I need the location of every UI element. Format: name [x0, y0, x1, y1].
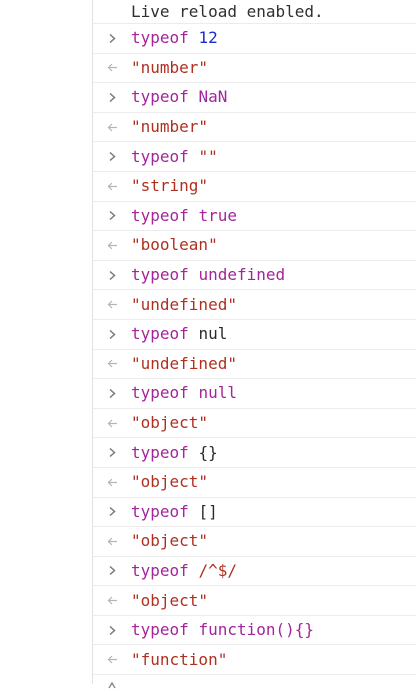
- console-result-entry: "object": [93, 586, 416, 616]
- typeof-operand: nul: [198, 324, 228, 344]
- console-result-entry: "number": [93, 54, 416, 84]
- console-result-entry: "object": [93, 527, 416, 557]
- console-result-value: "string": [131, 176, 209, 196]
- console-input-text: typeof /^$/: [131, 557, 237, 586]
- console-input-entry[interactable]: typeof NaN: [93, 83, 416, 113]
- left-arrow-icon: [103, 527, 121, 556]
- chevron-right-icon: [103, 557, 121, 586]
- console-input-text: typeof []: [131, 498, 218, 527]
- typeof-operand: 12: [198, 28, 218, 48]
- console-result-entry: "function": [93, 645, 416, 676]
- left-arrow-icon: [103, 586, 121, 615]
- left-arrow-icon: [103, 468, 121, 497]
- chevron-right-icon: [103, 202, 121, 231]
- typeof-keyword: typeof: [131, 442, 189, 462]
- console-input-entry[interactable]: typeof true: [93, 202, 416, 232]
- console-result-value: "object": [131, 531, 209, 551]
- left-arrow-icon: [103, 54, 121, 83]
- console-result-value: "object": [131, 472, 209, 492]
- console-result-entry: "object": [93, 468, 416, 498]
- console-result-entry: "undefined": [93, 290, 416, 320]
- typeof-keyword: typeof: [131, 265, 189, 285]
- typeof-keyword: typeof: [131, 205, 189, 225]
- chevron-right-icon: [103, 498, 121, 527]
- console-input-entry[interactable]: typeof /^$/: [93, 557, 416, 587]
- console-result-value: "object": [131, 590, 209, 610]
- console-input-text: typeof "": [131, 142, 218, 171]
- prompt-caret-icon: [103, 675, 121, 695]
- left-arrow-icon: [103, 113, 121, 142]
- console-info-line: Live reload enabled.: [93, 0, 416, 24]
- chevron-right-icon: [103, 616, 121, 645]
- chevron-right-icon: [103, 24, 121, 53]
- console-result-value: "number": [131, 117, 209, 137]
- console-result-entry: "undefined": [93, 350, 416, 380]
- chevron-right-icon: [103, 83, 121, 112]
- console-input-entry[interactable]: typeof []: [93, 498, 416, 528]
- typeof-operand: []: [198, 501, 218, 521]
- typeof-keyword: typeof: [131, 87, 189, 107]
- typeof-operand: undefined: [198, 265, 286, 285]
- typeof-keyword: typeof: [131, 560, 189, 580]
- console-result-value: "number": [131, 57, 209, 77]
- console-input-entry[interactable]: typeof undefined: [93, 261, 416, 291]
- console-input-entry[interactable]: typeof function(){}: [93, 616, 416, 646]
- console-input-entry[interactable]: typeof "": [93, 142, 416, 172]
- typeof-keyword: typeof: [131, 146, 189, 166]
- console-result-value: "object": [131, 413, 209, 433]
- console-result-value: "undefined": [131, 294, 237, 314]
- console-input-entry[interactable]: typeof null: [93, 379, 416, 409]
- typeof-keyword: typeof: [131, 383, 189, 403]
- console-panel: Live reload enabled. typeof 12 "number" ty…: [92, 0, 416, 689]
- typeof-operand: NaN: [198, 87, 228, 107]
- typeof-operand: {}: [198, 442, 218, 462]
- console-input-text: typeof undefined: [131, 261, 285, 290]
- chevron-right-icon: [103, 438, 121, 467]
- typeof-keyword: typeof: [131, 28, 189, 48]
- typeof-operand: "": [198, 146, 218, 166]
- console-input-text: typeof nul: [131, 320, 227, 349]
- chevron-right-icon: [103, 320, 121, 349]
- typeof-keyword: typeof: [131, 324, 189, 344]
- console-input-entry[interactable]: typeof nul: [93, 320, 416, 350]
- typeof-keyword: typeof: [131, 501, 189, 521]
- left-arrow-icon: [103, 231, 121, 260]
- left-arrow-icon: [103, 645, 121, 674]
- console-input-text: typeof NaN: [131, 83, 227, 112]
- console-input-text: typeof null: [131, 379, 237, 408]
- chevron-right-icon: [103, 261, 121, 290]
- console-input-entry[interactable]: typeof 12: [93, 24, 416, 54]
- chevron-right-icon: [103, 142, 121, 171]
- console-input-text: typeof {}: [131, 438, 218, 467]
- console-result-entry: "object": [93, 409, 416, 439]
- typeof-operand: null: [198, 383, 237, 403]
- typeof-operand: true: [198, 205, 237, 225]
- left-arrow-icon: [103, 350, 121, 379]
- console-result-entry: "string": [93, 172, 416, 202]
- chevron-right-icon: [103, 379, 121, 408]
- left-arrow-icon: [103, 290, 121, 319]
- typeof-operand: function(){}: [198, 620, 315, 640]
- console-input-text: typeof function(){}: [131, 616, 314, 645]
- console-entries: typeof 12 "number" typeof NaN "number" typeo…: [93, 24, 416, 676]
- console-input-line[interactable]: [93, 675, 416, 695]
- console-result-value: "boolean": [131, 235, 218, 255]
- console-result-entry: "number": [93, 113, 416, 143]
- left-arrow-icon: [103, 409, 121, 438]
- console-input-entry[interactable]: typeof {}: [93, 438, 416, 468]
- console-result-value: "undefined": [131, 353, 237, 373]
- console-input-text: typeof true: [131, 202, 237, 231]
- typeof-operand: /^$/: [198, 560, 237, 580]
- left-arrow-icon: [103, 172, 121, 201]
- typeof-keyword: typeof: [131, 620, 189, 640]
- console-result-entry: "boolean": [93, 231, 416, 261]
- live-reload-message: Live reload enabled.: [131, 1, 324, 21]
- console-input-text: typeof 12: [131, 24, 218, 53]
- console-result-value: "function": [131, 649, 228, 669]
